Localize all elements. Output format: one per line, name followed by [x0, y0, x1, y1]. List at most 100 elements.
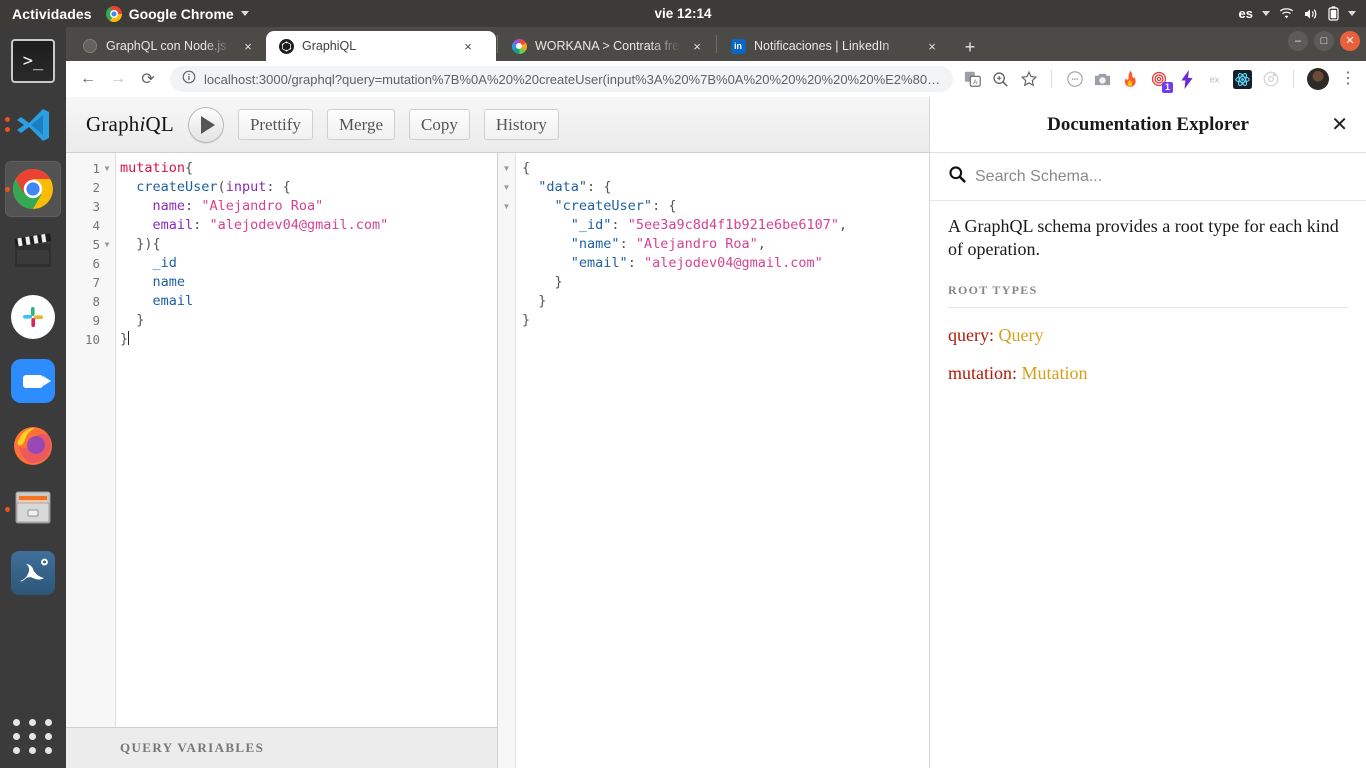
translate-icon[interactable]: A	[963, 70, 982, 89]
extension-pause-icon[interactable]	[1065, 70, 1084, 89]
keyboard-layout-indicator[interactable]: es	[1239, 6, 1253, 21]
doc-explorer-body: A GraphQL schema provides a root type fo…	[930, 201, 1366, 384]
search-input[interactable]	[975, 168, 1348, 186]
terminal-icon: >_	[11, 39, 55, 83]
root-type-link-mutation[interactable]: Mutation	[1022, 363, 1088, 383]
tab-close-button[interactable]: ×	[689, 38, 705, 54]
screenshot-camera-icon[interactable]	[1093, 70, 1112, 89]
back-button[interactable]: ←	[74, 65, 102, 93]
apps-dot	[45, 733, 52, 740]
graphiql-app: GraphiQL Prettify Merge Copy History 1 ▼ …	[66, 97, 1366, 768]
copy-button[interactable]: Copy	[409, 109, 470, 140]
line-number-gutter: 1▼ 2▼ 3▼ 4▼ 5▼ 6▼ 7▼ 8▼ 9▼ 10▼	[66, 153, 116, 727]
tab-separator	[716, 35, 717, 53]
kebab-menu-icon[interactable]: ⋮	[1338, 71, 1358, 87]
apps-dot	[29, 747, 36, 754]
fold-toggle-icon[interactable]: ▼	[498, 197, 515, 216]
new-tab-button[interactable]: +	[956, 33, 984, 61]
line-number-row: 8▼	[66, 292, 115, 311]
root-type-query: query: Query	[948, 325, 1348, 346]
dock-item-zoom[interactable]	[5, 353, 61, 409]
minimize-button[interactable]: –	[1288, 31, 1308, 51]
tab-title: WORKANA > Contrata fre	[535, 39, 681, 53]
maximize-button[interactable]: □	[1314, 31, 1334, 51]
result-fold-gutter: ▼ ▼ ▼	[498, 153, 516, 768]
fold-toggle-icon[interactable]: ▼	[103, 241, 111, 249]
reload-button[interactable]: ⟳	[134, 65, 162, 93]
prettify-button[interactable]: Prettify	[238, 109, 313, 140]
dock-item-mysql-workbench[interactable]	[5, 545, 61, 601]
avatar[interactable]	[1307, 68, 1329, 90]
dock-item-terminal[interactable]: >_	[5, 33, 61, 89]
activities-button[interactable]: Actividades	[12, 6, 92, 22]
browser-tab-workana[interactable]: WORKANA > Contrata fre ×	[499, 31, 715, 61]
result-line: "_id": "5ee3a9c8d4f1b921e6be6107",	[522, 216, 929, 235]
clapperboard-icon	[11, 231, 55, 275]
dock-item-chrome[interactable]	[5, 161, 61, 217]
documentation-explorer: Documentation Explorer ✕ A GraphQL schem…	[930, 97, 1366, 768]
logo-suffix: QL	[146, 112, 174, 136]
grey-orbit-icon[interactable]	[1261, 70, 1280, 89]
wifi-icon[interactable]	[1279, 7, 1294, 20]
tab-close-button[interactable]: ×	[240, 38, 256, 54]
battery-icon[interactable]	[1328, 6, 1339, 21]
hotjar-flame-icon[interactable]	[1121, 70, 1140, 89]
fold-toggle-icon[interactable]: ▼	[498, 159, 515, 178]
show-applications-button[interactable]	[13, 719, 54, 754]
line-number-row: 5▼	[66, 235, 115, 254]
ubuntu-dock: >_	[0, 27, 66, 768]
address-bar[interactable]: localhost:3000/graphql?query=mutation%7B…	[170, 66, 953, 92]
chevron-down-icon	[241, 11, 249, 16]
search-icon	[948, 165, 967, 189]
query-variables-panel[interactable]: QUERY VARIABLES	[66, 727, 497, 768]
apps-dot	[29, 733, 36, 740]
lightning-bolt-icon[interactable]	[1177, 70, 1196, 89]
forward-button[interactable]: →	[104, 65, 132, 93]
root-type-field-name: query	[948, 325, 989, 345]
close-icon[interactable]: ✕	[1331, 115, 1348, 135]
bookmark-star-icon[interactable]	[1019, 70, 1038, 89]
running-indicator	[5, 507, 10, 512]
system-menu-chevron-icon[interactable]	[1348, 11, 1356, 16]
schema-description: A GraphQL schema provides a root type fo…	[948, 215, 1348, 261]
volume-icon[interactable]	[1303, 7, 1319, 21]
result-line: "name": "Alejandro Roa",	[522, 235, 929, 254]
result-line: "data": {	[522, 178, 929, 197]
history-button[interactable]: History	[484, 109, 559, 140]
close-button[interactable]: ✕	[1340, 31, 1360, 51]
fold-toggle-icon[interactable]: ▼	[498, 178, 515, 197]
dock-item-files[interactable]	[5, 481, 61, 537]
doc-search-row[interactable]	[930, 153, 1366, 201]
line-number: 7	[92, 275, 100, 290]
zoom-magnifier-icon[interactable]	[991, 70, 1010, 89]
line-number: 9	[92, 313, 100, 328]
code-line: name	[120, 273, 497, 292]
root-type-link-query[interactable]: Query	[999, 325, 1044, 345]
query-editor[interactable]: 1▼ 2▼ 3▼ 4▼ 5▼ 6▼ 7▼ 8▼ 9▼ 10▼ mutation{…	[66, 153, 497, 727]
tab-close-button[interactable]: ×	[924, 38, 940, 54]
merge-button[interactable]: Merge	[327, 109, 395, 140]
tab-close-button[interactable]: ×	[460, 38, 476, 54]
dock-item-vscode[interactable]	[5, 97, 61, 153]
fold-toggle-icon[interactable]: ▼	[103, 165, 111, 173]
execute-query-button[interactable]	[188, 107, 224, 143]
browser-tab-graphql-node[interactable]: GraphQL con Node.js y Mo ×	[70, 31, 266, 61]
query-source-code[interactable]: mutation{ createUser(input: { name: "Ale…	[116, 153, 497, 727]
grey-globe-icon	[82, 38, 98, 54]
graphiql-toolbar: GraphiQL Prettify Merge Copy History	[66, 97, 929, 153]
tab-title: GraphQL con Node.js y Mo	[106, 39, 232, 53]
info-circle-icon[interactable]	[182, 70, 196, 89]
result-line: "createUser": {	[522, 197, 929, 216]
app-menu-google-chrome[interactable]: Google Chrome	[106, 6, 249, 22]
ex-extension-icon[interactable]: ex	[1205, 70, 1224, 89]
line-number: 1	[92, 161, 100, 176]
browser-tab-graphiql[interactable]: GraphiQL ×	[266, 31, 496, 61]
toolbar-divider	[1293, 70, 1294, 88]
react-devtools-icon[interactable]	[1233, 70, 1252, 89]
dock-item-firefox[interactable]	[5, 417, 61, 473]
dock-item-slack[interactable]	[5, 289, 61, 345]
dock-item-video-editor[interactable]	[5, 225, 61, 281]
browser-tab-linkedin[interactable]: in Notificaciones | LinkedIn ×	[718, 31, 950, 61]
loom-spiral-icon[interactable]: 1	[1149, 70, 1168, 89]
apps-dot	[45, 719, 52, 726]
